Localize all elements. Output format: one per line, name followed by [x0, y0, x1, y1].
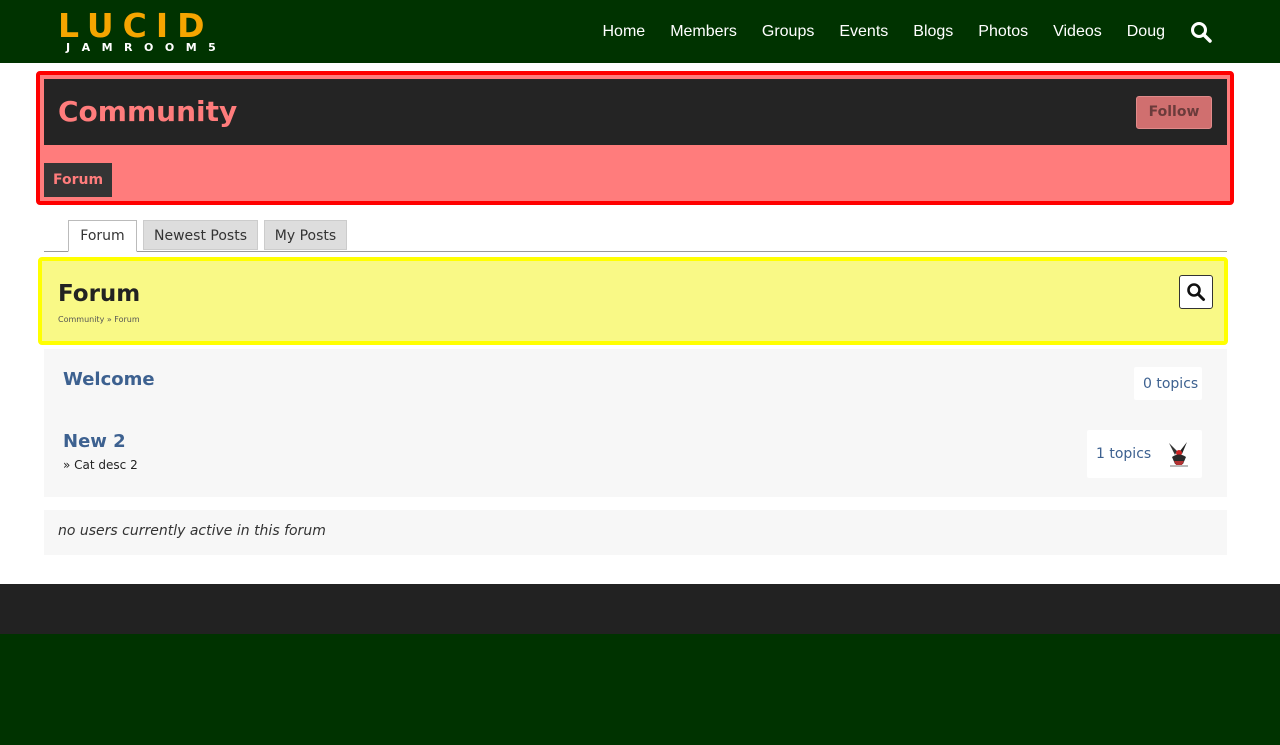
main-content: Community Follow Forum Forum Newest Post… — [0, 63, 1280, 584]
site-logo[interactable]: LUCID JAMROOM5 — [58, 6, 228, 56]
category-description: » Cat desc 2 — [63, 458, 138, 472]
top-nav-bar: LUCID JAMROOM5 Home Members Groups Event… — [0, 0, 1280, 63]
nav-user-doug[interactable]: Doug — [1127, 23, 1165, 41]
category-list: Welcome 0 topics New 2 » Cat desc 2 1 to… — [44, 349, 1227, 497]
forum-header: Forum Community » Forum — [38, 257, 1228, 345]
topics-count-label: 0 topics — [1143, 375, 1199, 392]
tab-my-posts[interactable]: My Posts — [264, 220, 347, 250]
profile-title[interactable]: Community — [58, 94, 237, 130]
nav-events[interactable]: Events — [839, 23, 888, 41]
profile-tab-forum[interactable]: Forum — [44, 163, 112, 197]
profile-header: Community Follow Forum — [36, 71, 1234, 205]
nav-videos[interactable]: Videos — [1053, 23, 1102, 41]
logo-sub-text: JAMROOM5 — [66, 41, 228, 54]
topics-count[interactable]: 0 topics — [1134, 367, 1202, 400]
topics-count-label: 1 topics — [1096, 446, 1152, 462]
category-title[interactable]: New 2 — [63, 431, 126, 453]
tab-newest-posts[interactable]: Newest Posts — [143, 220, 258, 250]
forum-title: Forum — [58, 281, 141, 307]
breadcrumb[interactable]: Community » Forum — [58, 315, 140, 324]
nav-blogs[interactable]: Blogs — [913, 23, 953, 41]
topics-count[interactable]: 1 topics — [1087, 430, 1202, 478]
avatar[interactable] — [1163, 439, 1193, 469]
nav-members[interactable]: Members — [670, 23, 737, 41]
search-icon[interactable] — [1190, 21, 1212, 43]
main-nav: Home Members Groups Events Blogs Photos … — [603, 0, 1280, 63]
search-icon — [1187, 283, 1205, 301]
tab-forum[interactable]: Forum — [68, 220, 137, 252]
nav-groups[interactable]: Groups — [762, 23, 814, 41]
active-users-box: no users currently active in this forum — [44, 510, 1227, 555]
category-title[interactable]: Welcome — [63, 369, 155, 391]
nav-home[interactable]: Home — [603, 23, 646, 41]
list-item: Welcome 0 topics — [44, 349, 1227, 411]
logo-main-text: LUCID — [58, 6, 214, 45]
forum-tabs: Forum Newest Posts My Posts — [44, 220, 1227, 252]
nav-photos[interactable]: Photos — [978, 23, 1028, 41]
forum-search-button[interactable] — [1179, 275, 1213, 309]
profile-head-bar: Community Follow — [44, 79, 1227, 145]
follow-button[interactable]: Follow — [1136, 96, 1212, 129]
footer-bar — [0, 584, 1280, 634]
list-item: New 2 » Cat desc 2 1 topics — [44, 411, 1227, 497]
active-users-text: no users currently active in this forum — [58, 523, 326, 539]
